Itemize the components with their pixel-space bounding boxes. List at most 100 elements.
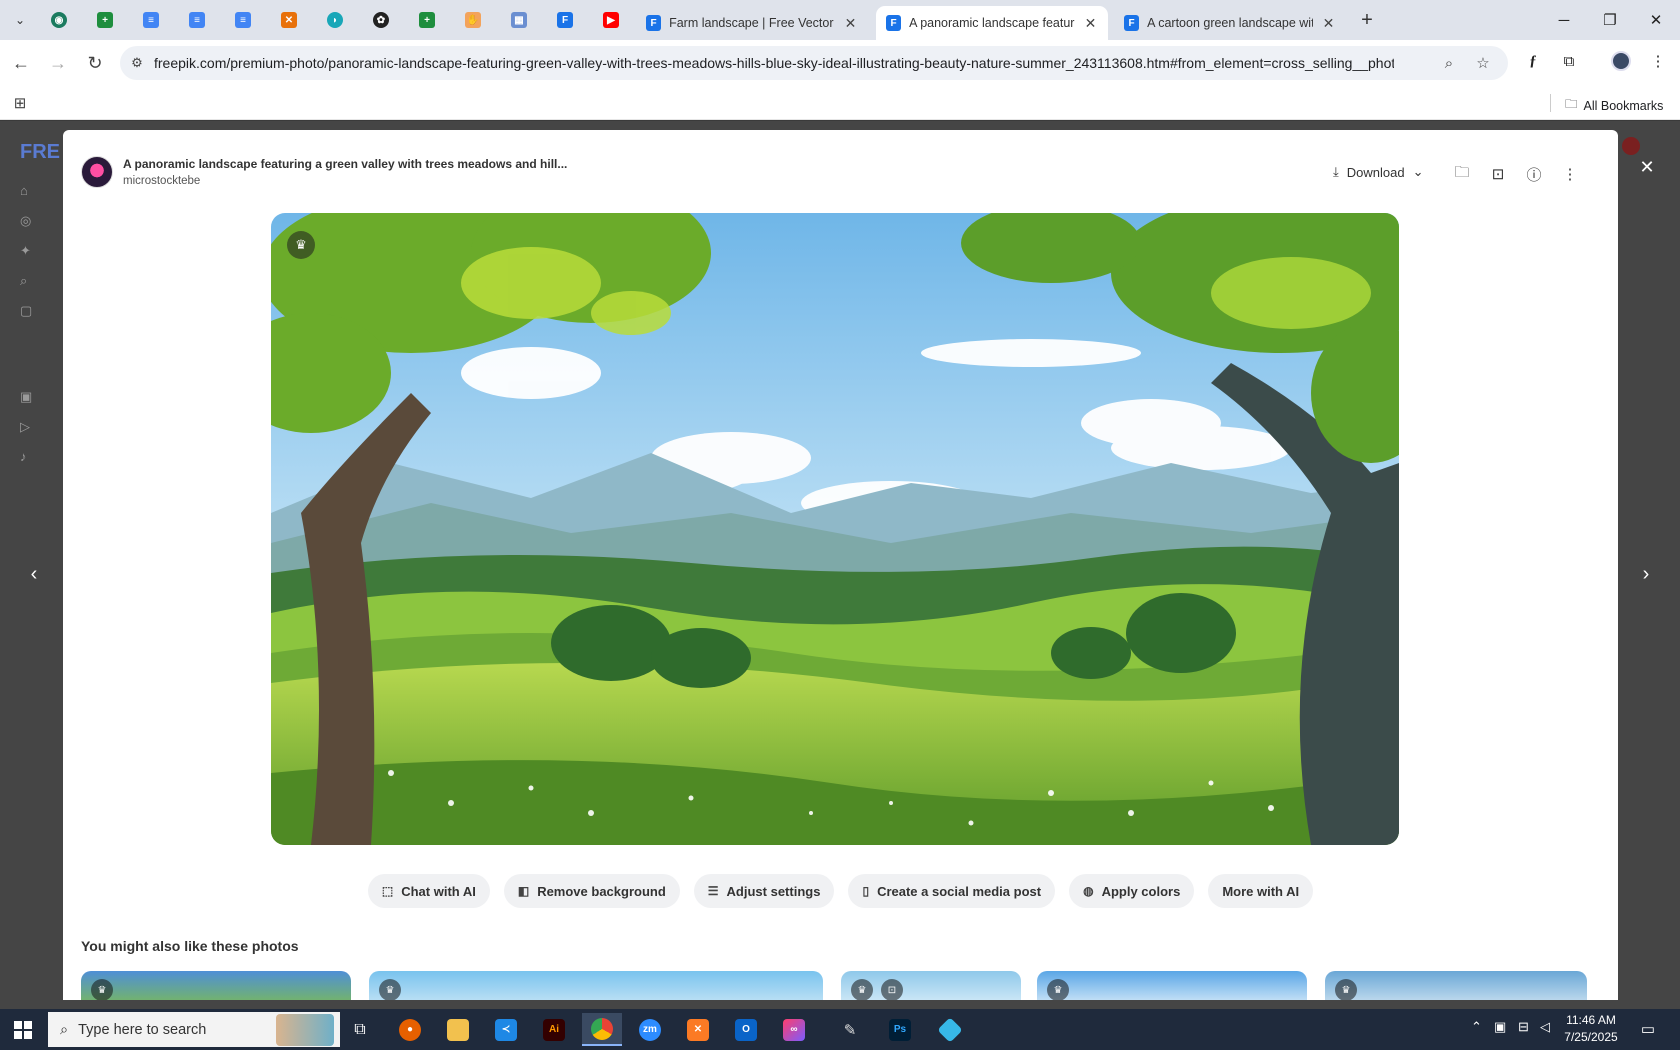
xampp-icon[interactable]: ✕: [678, 1013, 718, 1046]
pinned-tab[interactable]: F: [552, 8, 578, 32]
pinned-tab[interactable]: ✿: [368, 8, 394, 32]
download-button[interactable]: ⤓ Download ⌄: [1333, 164, 1423, 180]
show-hidden-icons-icon[interactable]: ⌃: [1471, 1019, 1482, 1035]
apply-colors-button[interactable]: ◍ Apply colors: [1069, 874, 1195, 908]
previous-image-icon[interactable]: ‹: [20, 560, 48, 588]
app-favicon-icon: ◗: [327, 12, 343, 28]
back-icon[interactable]: ←: [6, 48, 36, 78]
pinned-tab[interactable]: ◗: [322, 8, 348, 32]
sidebar-item: ♪: [20, 449, 27, 464]
freepik-favicon-icon: F: [1124, 15, 1140, 31]
tab-cartoon-landscape[interactable]: F A cartoon green landscape with ✕: [1114, 6, 1346, 40]
more-with-ai-button[interactable]: More with AI: [1208, 874, 1314, 908]
restore-icon[interactable]: ❐: [1587, 4, 1633, 36]
close-modal-icon[interactable]: ✕: [1635, 155, 1659, 179]
pinned-tab[interactable]: ≡: [230, 8, 256, 32]
app-icon[interactable]: [930, 1013, 970, 1046]
taskbar-search[interactable]: ⌕ Type here to search: [48, 1012, 340, 1047]
related-thumbnail[interactable]: ♛: [369, 971, 823, 1000]
vscode-icon[interactable]: ≺: [486, 1013, 526, 1046]
close-icon[interactable]: ✕: [1083, 15, 1098, 32]
pinned-tab[interactable]: +: [92, 8, 118, 32]
globe-favicon-icon: ◉: [51, 12, 67, 28]
file-explorer-icon[interactable]: [438, 1013, 478, 1046]
extensions-puzzle-icon[interactable]: ⧉: [1555, 47, 1583, 75]
pinned-tab[interactable]: ✕: [276, 8, 302, 32]
apps-grid-icon[interactable]: ⊞: [10, 93, 30, 113]
palette-icon: ◍: [1083, 884, 1094, 898]
pinned-tab[interactable]: ≡: [184, 8, 210, 32]
phone-icon: ▯: [862, 884, 870, 898]
zoom-app-icon[interactable]: zm: [630, 1013, 670, 1046]
taskbar-clock[interactable]: 11:46 AM 7/25/2025: [1556, 1012, 1626, 1046]
windows-start-icon[interactable]: [0, 1009, 46, 1050]
profile-avatar-icon[interactable]: [1607, 47, 1635, 75]
creative-cloud-icon[interactable]: ∞: [774, 1013, 814, 1046]
sidebar-item: ◎: [20, 213, 32, 228]
pinned-tab[interactable]: ▦: [506, 8, 532, 32]
kebab-menu-icon[interactable]: ⋮: [1644, 47, 1672, 75]
firefox-icon[interactable]: ●: [390, 1013, 430, 1046]
adjust-settings-button[interactable]: ☰ Adjust settings: [693, 874, 835, 908]
site-info-icon[interactable]: ⚙: [120, 55, 154, 71]
tab-panoramic-landscape[interactable]: F A panoramic landscape featuring ✕: [876, 6, 1108, 40]
pinned-tab[interactable]: +: [414, 8, 440, 32]
close-icon[interactable]: ✕: [843, 15, 858, 32]
chrome-icon[interactable]: [582, 1013, 622, 1046]
bookmark-star-icon[interactable]: ☆: [1472, 52, 1494, 74]
pinned-tab[interactable]: ≡: [138, 8, 164, 32]
photoshop-icon[interactable]: Ps: [880, 1013, 920, 1046]
network-icon[interactable]: ⊟: [1518, 1019, 1529, 1035]
related-thumbnail[interactable]: ♛: [1325, 971, 1587, 1000]
zoom-icon[interactable]: ⌕: [1438, 52, 1460, 74]
illustrator-icon[interactable]: Ai: [534, 1013, 574, 1046]
sidebar-item: ▷: [20, 419, 30, 434]
extension-icon[interactable]: ƒ: [1519, 47, 1547, 75]
more-options-icon[interactable]: ⋮: [1558, 162, 1582, 186]
pen-tool-icon[interactable]: ✎: [830, 1013, 870, 1046]
outlook-icon[interactable]: O: [726, 1013, 766, 1046]
address-bar[interactable]: ⚙ freepik.com/premium-photo/panoramic-la…: [120, 46, 1508, 80]
forward-icon[interactable]: →: [43, 48, 73, 78]
premium-crown-icon: ♛: [1335, 979, 1357, 1000]
tab-search-menu-icon[interactable]: ⌄: [8, 8, 32, 32]
device-icon[interactable]: ▣: [1494, 1019, 1506, 1035]
author-avatar[interactable]: [81, 156, 113, 188]
remove-background-button[interactable]: ◧ Remove background: [503, 874, 680, 908]
button-label: More with AI: [1222, 883, 1300, 899]
windows-taskbar: ⌕ Type here to search ⧉ ● ≺ Ai zm ✕ O ∞ …: [0, 1009, 1680, 1050]
notifications-icon[interactable]: ▭: [1634, 1017, 1662, 1041]
tab-farm-landscape[interactable]: F Farm landscape | Free Vector ✕: [636, 6, 868, 40]
pinned-tab[interactable]: ▶: [598, 8, 624, 32]
create-social-post-button[interactable]: ▯ Create a social media post: [848, 874, 1056, 908]
pinned-tab[interactable]: ◉: [46, 8, 72, 32]
freepik-favicon-icon: F: [646, 15, 662, 31]
sidebar-item: ▢: [20, 303, 33, 318]
ai-badge-icon: ⊡: [881, 979, 903, 1000]
related-thumbnail[interactable]: ♛: [1037, 971, 1307, 1000]
new-tab-button[interactable]: +: [1355, 8, 1379, 32]
next-image-icon[interactable]: ›: [1632, 560, 1660, 588]
tab-title: A panoramic landscape featuring: [909, 16, 1075, 30]
time-text: 11:46 AM: [1566, 1013, 1616, 1027]
close-icon[interactable]: ✕: [1321, 15, 1336, 32]
pinned-tab[interactable]: ✋: [460, 8, 486, 32]
chat-with-ai-button[interactable]: ⬚ Chat with AI: [367, 874, 490, 908]
edit-image-icon[interactable]: ⊡: [1486, 162, 1510, 186]
window-close-icon[interactable]: ✕: [1633, 4, 1679, 36]
grid-favicon-icon: ▦: [511, 12, 527, 28]
info-icon[interactable]: ⓘ: [1522, 162, 1546, 186]
reload-icon[interactable]: ↻: [80, 48, 110, 78]
docs-favicon-icon: ≡: [235, 12, 251, 28]
volume-icon[interactable]: ◁: [1540, 1019, 1550, 1035]
minimize-icon[interactable]: ─: [1541, 4, 1587, 36]
preview-image[interactable]: ♛: [271, 213, 1399, 845]
author-name[interactable]: microstocktebe: [123, 175, 567, 187]
add-to-collection-icon[interactable]: 🗀: [1450, 162, 1474, 186]
all-bookmarks-button[interactable]: 🗀 All Bookmarks: [1565, 95, 1663, 116]
task-view-icon[interactable]: ⧉: [340, 1013, 380, 1046]
docs-favicon-icon: ≡: [189, 12, 205, 28]
premium-crown-icon: ♛: [287, 231, 315, 259]
related-thumbnail[interactable]: ♛ ⊡: [841, 971, 1021, 1000]
related-thumbnail[interactable]: ♛: [81, 971, 351, 1000]
